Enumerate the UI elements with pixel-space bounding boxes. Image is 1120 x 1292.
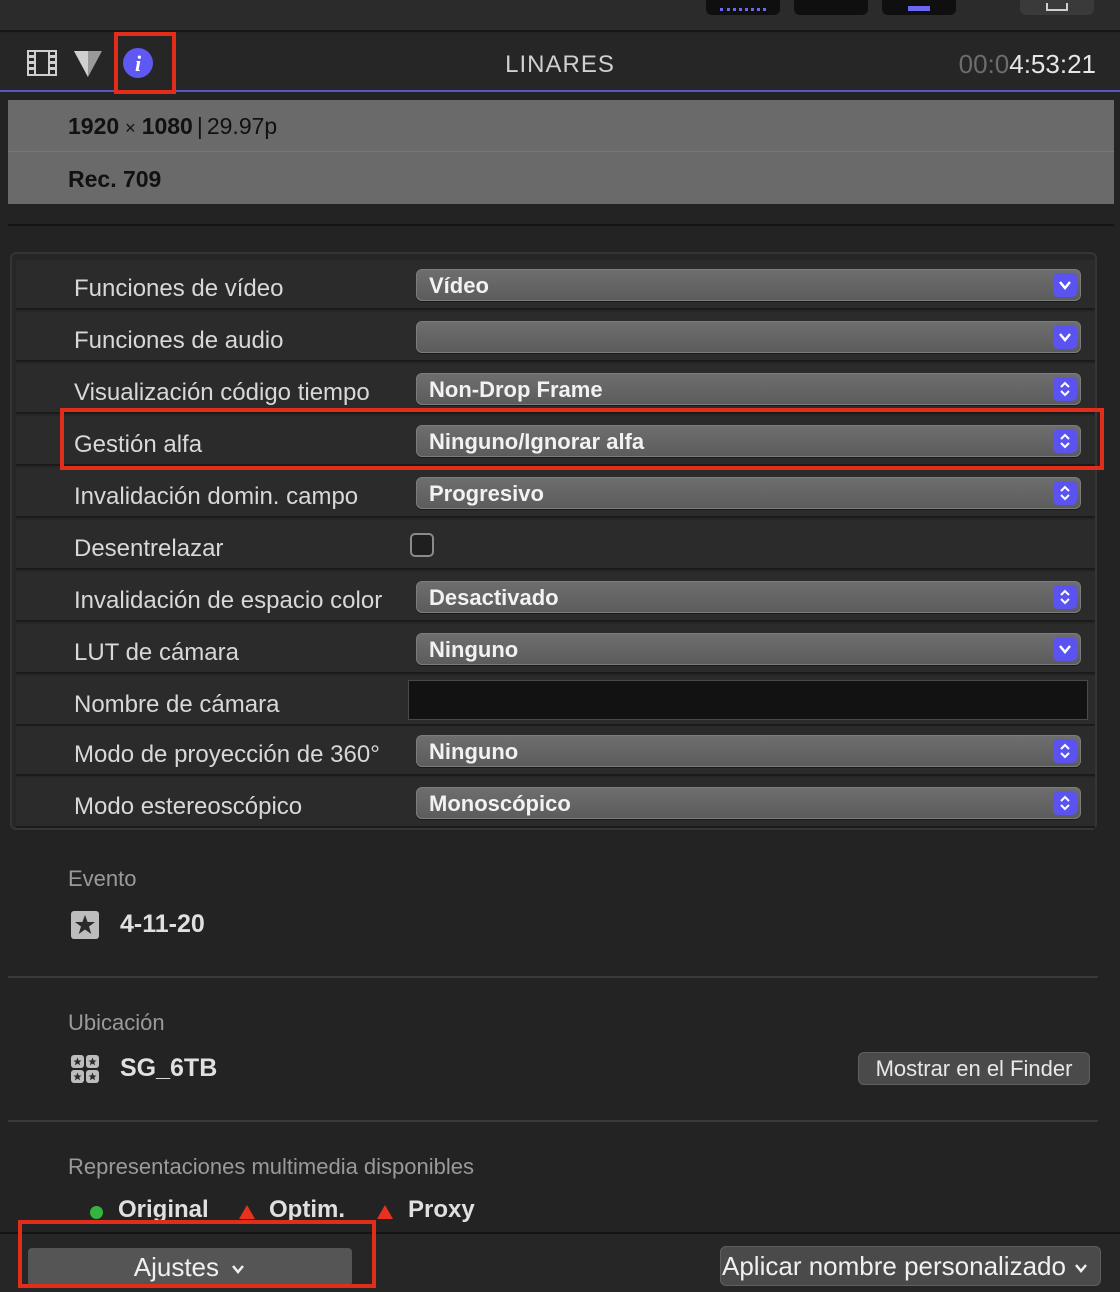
share-button[interactable] bbox=[1020, 0, 1094, 15]
chevron-updown-icon bbox=[1053, 791, 1077, 815]
camera-name-field[interactable] bbox=[408, 680, 1088, 720]
camera-lut-popup[interactable]: Ninguno bbox=[416, 633, 1081, 665]
missing-warning-icon bbox=[377, 1205, 393, 1219]
media-proxy: Proxy bbox=[408, 1196, 475, 1223]
divider bbox=[8, 1120, 1098, 1122]
settings-panel: Funciones de vídeo Vídeo Funciones de au… bbox=[10, 252, 1097, 830]
audio-roles-popup[interactable] bbox=[416, 321, 1081, 353]
field-dominance-popup[interactable]: Progresivo bbox=[416, 477, 1081, 509]
chevron-updown-icon bbox=[1053, 739, 1077, 763]
chevron-updown-icon bbox=[1053, 377, 1077, 401]
setting-row-camera-lut: LUT de cámara Ninguno bbox=[16, 624, 1095, 674]
chevron-down-icon bbox=[1075, 1264, 1088, 1274]
setting-row-color-space-override: Invalidación de espacio color Desactivad… bbox=[16, 572, 1095, 622]
location-label: Ubicación bbox=[68, 1010, 165, 1035]
library-icon bbox=[70, 1054, 100, 1084]
setting-row-deinterlace: Desentrelazar bbox=[16, 520, 1095, 570]
stereoscopic-mode-popup[interactable]: Monoscópico bbox=[416, 787, 1081, 819]
setting-row-stereoscopic: Modo estereoscópico Monoscópico bbox=[16, 778, 1095, 828]
clip-summary: 1920 × 1080 | 29.97p Rec. 709 bbox=[8, 100, 1114, 204]
divider bbox=[8, 976, 1098, 978]
show-in-finder-button[interactable]: Mostrar en el Finder bbox=[858, 1052, 1090, 1085]
timecode-display: 00:04:53:21 bbox=[958, 49, 1096, 79]
setting-row-audio-roles: Funciones de audio bbox=[16, 312, 1095, 362]
available-status-icon bbox=[90, 1206, 103, 1219]
settings-button-highlight bbox=[18, 1220, 376, 1288]
setting-row-camera-name: Nombre de cámara bbox=[16, 676, 1095, 726]
alpha-handling-highlight bbox=[60, 408, 1104, 470]
location-name: SG_6TB bbox=[120, 1054, 218, 1082]
info-tab-highlight bbox=[114, 32, 176, 94]
view-toggle-button-2[interactable] bbox=[794, 0, 868, 15]
view-toggle-button-3[interactable] bbox=[882, 0, 956, 15]
event-name: 4-11-20 bbox=[120, 910, 205, 938]
setting-row-video-roles: Funciones de vídeo Vídeo bbox=[16, 260, 1095, 310]
view-toggle-button-1[interactable] bbox=[706, 0, 780, 15]
deinterlace-checkbox[interactable] bbox=[410, 533, 434, 557]
event-label: Evento bbox=[68, 866, 137, 891]
setting-row-field-dominance: Invalidación domin. campo Progresivo bbox=[16, 468, 1095, 518]
top-toolbar-strip bbox=[0, 0, 1120, 32]
setting-row-timecode-display: Visualización código tiempo Non-Drop Fra… bbox=[16, 364, 1095, 414]
video-roles-popup[interactable]: Vídeo bbox=[416, 269, 1081, 301]
setting-row-360-projection: Modo de proyección de 360° Ninguno bbox=[16, 726, 1095, 776]
color-space-override-popup[interactable]: Desactivado bbox=[416, 581, 1081, 613]
color-space-label: Rec. 709 bbox=[68, 166, 162, 192]
chevron-down-icon bbox=[1053, 637, 1077, 661]
chevron-updown-icon bbox=[1053, 585, 1077, 609]
missing-warning-icon bbox=[239, 1205, 255, 1219]
chevron-down-icon bbox=[1053, 325, 1077, 349]
star-event-icon bbox=[70, 910, 100, 940]
timecode-display-popup[interactable]: Non-Drop Frame bbox=[416, 373, 1081, 405]
projection-mode-popup[interactable]: Ninguno bbox=[416, 735, 1081, 767]
media-representations-label: Representaciones multimedia disponibles bbox=[68, 1154, 475, 1179]
resolution-rate: 1920 × 1080 | 29.97p bbox=[68, 113, 278, 139]
apply-custom-name-button[interactable]: Aplicar nombre personalizado bbox=[720, 1246, 1101, 1286]
chevron-down-icon bbox=[1053, 273, 1077, 297]
chevron-updown-icon bbox=[1053, 481, 1077, 505]
